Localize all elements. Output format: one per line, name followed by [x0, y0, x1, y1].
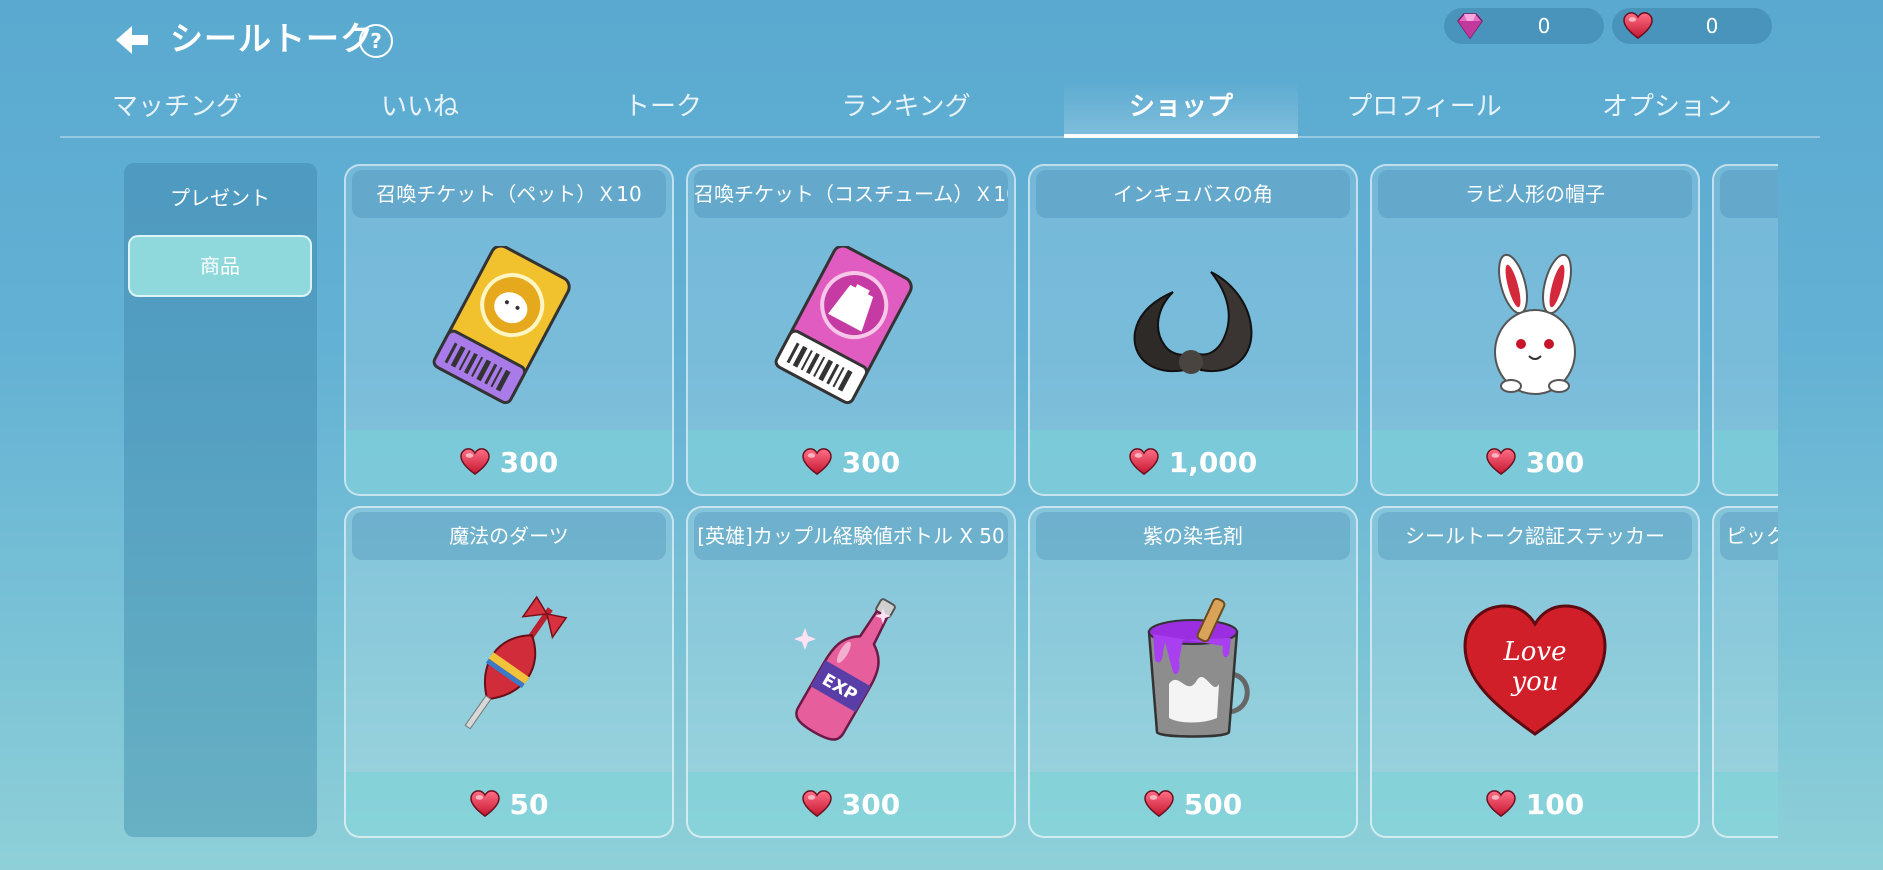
heart-icon: [1129, 448, 1159, 476]
price-bar: [1714, 430, 1778, 494]
purple-hair-dye-icon: [1147, 597, 1250, 738]
heart-count: 0: [1705, 14, 1719, 38]
product-name: 魔法のダーツ: [352, 512, 666, 560]
heart-icon: [1622, 12, 1654, 40]
help-button[interactable]: ?: [359, 24, 393, 58]
product-price: 50: [509, 787, 549, 821]
gem-counter: 0: [1444, 8, 1604, 44]
tab-likes[interactable]: いいね: [303, 80, 537, 138]
product-name: シールトーク認証ステッカー: [1378, 512, 1692, 560]
price-bar: 300: [346, 430, 672, 494]
product-price: 100: [1525, 787, 1585, 821]
rabbit-doll-hat-icon: [1494, 253, 1576, 395]
costume-summon-ticket-icon: [774, 246, 913, 405]
side-item-present[interactable]: プレゼント: [128, 167, 312, 229]
heart-icon: [802, 448, 832, 476]
price-bar: [1714, 772, 1778, 836]
heart-icon: [1486, 448, 1516, 476]
svg-text:Love: Love: [1503, 637, 1567, 667]
tab-talk[interactable]: トーク: [546, 80, 780, 138]
svg-text:you: you: [1510, 667, 1558, 697]
side-item-products[interactable]: 商品: [128, 235, 312, 297]
product-card[interactable]: ピックア: [1712, 506, 1778, 838]
main-tabs: マッチング いいね トーク ランキング ショップ プロフィール オプション: [60, 80, 1820, 138]
product-price: 300: [1525, 445, 1585, 479]
product-price: 1,000: [1168, 445, 1258, 479]
magic-dart-icon: [464, 595, 568, 730]
product-card[interactable]: [英雄]カップル経験値ボトル X 50 EXP 300: [686, 506, 1016, 838]
price-bar: 300: [1372, 430, 1698, 494]
product-card[interactable]: 召喚チケット（コスチューム）Ｘ10 300: [686, 164, 1016, 496]
back-arrow-icon[interactable]: [112, 22, 152, 58]
shop-side-menu: プレゼント 商品: [124, 163, 317, 837]
price-bar: 500: [1030, 772, 1356, 836]
product-name: インキュバスの角: [1036, 170, 1350, 218]
product-price: 300: [841, 445, 901, 479]
heart-icon: [460, 448, 490, 476]
product-card[interactable]: シールトーク認証ステッカー Love you 100: [1370, 506, 1700, 838]
price-bar: 50: [346, 772, 672, 836]
product-price: 300: [841, 787, 901, 821]
product-card[interactable]: 魔法のダーツ 50: [344, 506, 674, 838]
product-grid: 召喚チケット（ペット）Ｘ10 300 召喚チケット（コスチューム）Ｘ10 300…: [340, 160, 1778, 840]
tab-ranking[interactable]: ランキング: [789, 80, 1023, 138]
product-price: 300: [499, 445, 559, 479]
heart-icon: [802, 790, 832, 818]
gem-count: 0: [1537, 14, 1551, 38]
product-name: 召喚チケット（コスチューム）Ｘ10: [694, 170, 1008, 218]
heart-icon: [1144, 790, 1174, 818]
tab-profile[interactable]: プロフィール: [1307, 80, 1541, 138]
price-bar: 300: [688, 772, 1014, 836]
heart-icon: [1486, 790, 1516, 818]
product-price: 500: [1183, 787, 1243, 821]
product-name: [1720, 170, 1778, 218]
tab-options[interactable]: オプション: [1550, 80, 1784, 138]
product-card[interactable]: ラビ人形の帽子 300: [1370, 164, 1700, 496]
love-you-sticker-icon: Love you: [1463, 604, 1607, 736]
product-name: [英雄]カップル経験値ボトル X 50: [694, 512, 1008, 560]
tab-shop[interactable]: ショップ: [1064, 80, 1298, 138]
product-card[interactable]: 召喚チケット（ペット）Ｘ10 300: [344, 164, 674, 496]
heart-counter: 0: [1612, 8, 1772, 44]
product-name: ピックア: [1720, 512, 1778, 560]
product-name: 紫の染毛剤: [1036, 512, 1350, 560]
exp-bottle-icon: EXP: [794, 598, 896, 741]
page-title: シールトーク: [170, 19, 374, 58]
tab-matching[interactable]: マッチング: [60, 80, 294, 138]
product-card[interactable]: [1712, 164, 1778, 496]
pet-summon-ticket-icon: [432, 246, 571, 405]
product-card[interactable]: 紫の染毛剤 500: [1028, 506, 1358, 838]
price-bar: 300: [688, 430, 1014, 494]
heart-icon: [470, 790, 500, 818]
price-bar: 100: [1372, 772, 1698, 836]
product-name: 召喚チケット（ペット）Ｘ10: [352, 170, 666, 218]
gem-icon: [1457, 13, 1483, 40]
incubus-horns-icon: [1133, 271, 1253, 374]
price-bar: 1,000: [1030, 430, 1356, 494]
product-name: ラビ人形の帽子: [1378, 170, 1692, 218]
product-card[interactable]: インキュバスの角 1,000: [1028, 164, 1358, 496]
